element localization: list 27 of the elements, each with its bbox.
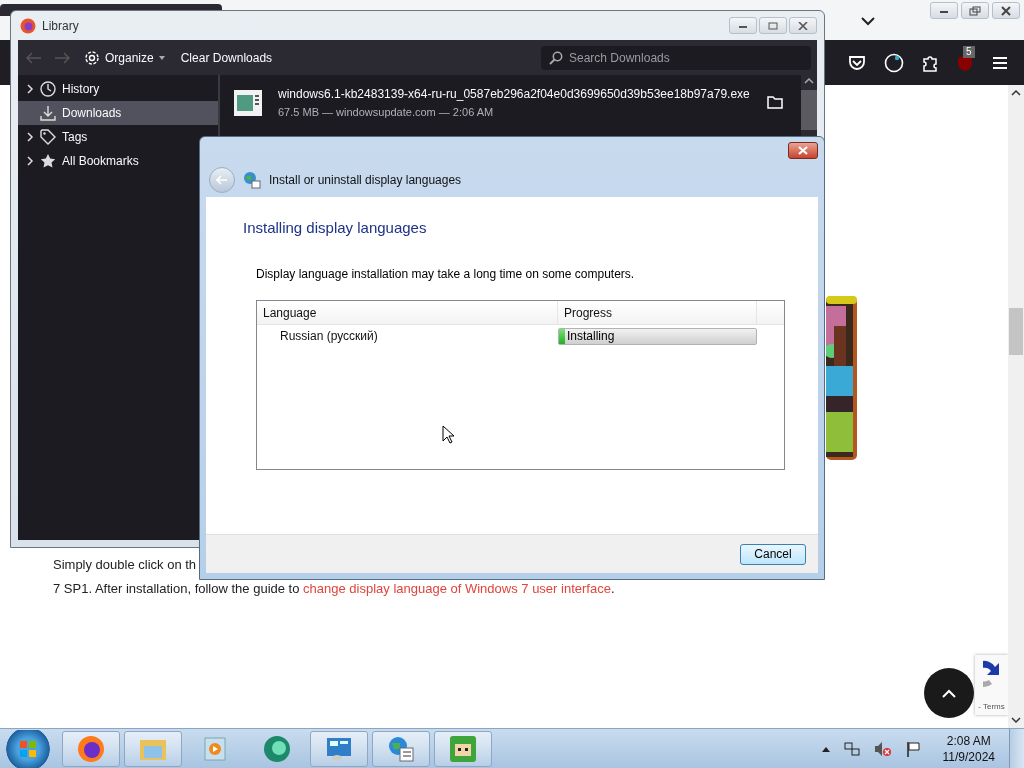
- organize-menu[interactable]: Organize: [82, 47, 167, 68]
- paragraph-period: .: [610, 581, 615, 596]
- download-item[interactable]: windows6.1-kb2483139-x64-ru-ru_0587eb296a2f04e0d3699650d39b53ee18b97a79.exe 67.5 MB — windowsupdate.com — 2:06 AM: [220, 75, 801, 130]
- dialog-title: Install or uninstall display languages: [269, 173, 462, 187]
- column-header[interactable]: Progress: [558, 301, 757, 324]
- download-file-name: windows6.1-kb2483139-x64-ru-ru_0587eb296a2f04e0d3699650d39b53ee18b97a79.exe: [278, 87, 751, 101]
- extension-badge: 5: [963, 45, 975, 58]
- sidebar-item[interactable]: History: [18, 77, 218, 101]
- clear-downloads-button[interactable]: Clear Downloads: [178, 48, 275, 67]
- clock-date: 11/9/2024: [942, 748, 995, 765]
- clock[interactable]: 2:08 AM 11/9/2024: [942, 732, 995, 765]
- window-title: Library: [42, 18, 79, 33]
- paragraph-line: Simply double click on th: [53, 557, 197, 573]
- column-header[interactable]: Language: [257, 301, 558, 324]
- description-text: Display language installation may take a long time on some computers.: [256, 267, 636, 281]
- search-field[interactable]: Search Downloads: [541, 45, 811, 70]
- guide-link[interactable]: change display language of Windows 7 user interface: [303, 581, 611, 596]
- recaptcha-badge[interactable]: - Terms: [975, 655, 1008, 715]
- download-details: 67.5 MB — windowsupdate.com — 2:06 AM: [278, 106, 495, 118]
- cancel-button[interactable]: Cancel: [740, 543, 806, 565]
- language-cell-text: Russian (русский): [279, 329, 379, 343]
- recaptcha-terms[interactable]: - Terms: [978, 702, 1005, 711]
- sidebar-item[interactable]: Downloads: [18, 101, 218, 125]
- progress-status: Installing: [566, 329, 615, 343]
- clock-time: 2:08 AM: [946, 732, 991, 749]
- paragraph-text: 7 SP1. After installation, follow the guide to: [53, 581, 301, 596]
- dialog-heading: Installing display languages: [243, 219, 428, 236]
